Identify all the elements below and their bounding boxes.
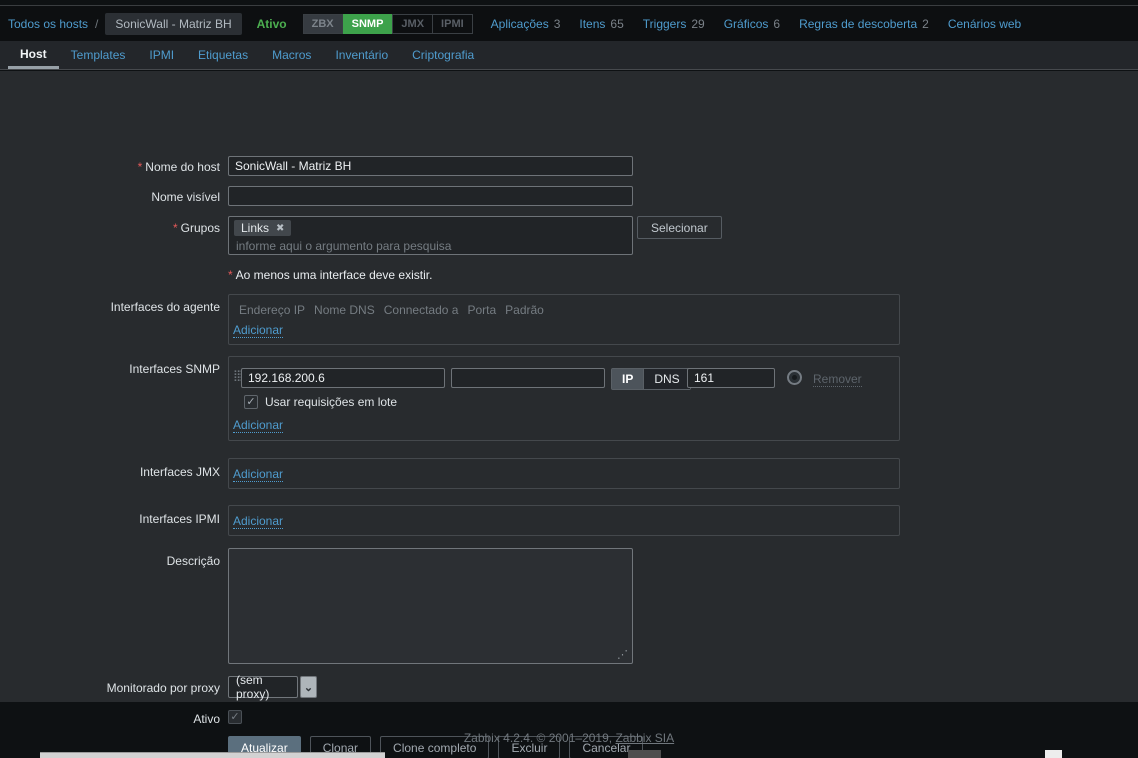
ipmi-interfaces-label: Interfaces IPMI bbox=[0, 512, 220, 526]
chip-close-icon[interactable]: ✖ bbox=[276, 223, 284, 234]
group-chip-links[interactable]: Links ✖ bbox=[234, 220, 291, 236]
footer-zabbix-sia-link[interactable]: Zabbix SIA bbox=[615, 731, 674, 745]
snmp-ip-input[interactable] bbox=[241, 368, 445, 388]
snmp-availability-badge: SNMP bbox=[343, 14, 393, 34]
snmp-default-interface-radio[interactable] bbox=[787, 370, 802, 385]
tab-encryption[interactable]: Criptografia bbox=[400, 41, 486, 69]
snmp-interfaces-box: ⣿⣿ IP DNS Remover ✓ Usar requisições em … bbox=[228, 356, 900, 441]
jmx-interfaces-label: Interfaces JMX bbox=[0, 465, 220, 479]
snmp-port-input[interactable] bbox=[687, 368, 775, 388]
nav-web-scenarios[interactable]: Cenários web bbox=[948, 17, 1021, 31]
snmp-remove-link: Remover bbox=[813, 372, 862, 387]
host-status-badge: Ativo bbox=[257, 17, 287, 31]
snmp-dns-input[interactable] bbox=[451, 368, 605, 388]
host-form: *Nome do host Nome visível *Grupos Links… bbox=[0, 71, 1138, 702]
background-window-edge-right bbox=[1045, 750, 1062, 758]
nav-discovery-rules[interactable]: Regras de descoberta2 bbox=[799, 17, 929, 31]
nav-graphs-count: 6 bbox=[773, 17, 780, 31]
nav-applications[interactable]: Aplicações3 bbox=[491, 17, 561, 31]
host-tabs: Host Templates IPMI Etiquetas Macros Inv… bbox=[0, 41, 1138, 70]
snmp-bulk-label: Usar requisições em lote bbox=[265, 395, 397, 409]
snmp-connect-toggle: IP DNS bbox=[611, 368, 691, 390]
snmp-interface-add-link[interactable]: Adicionar bbox=[233, 419, 283, 433]
tab-macros[interactable]: Macros bbox=[260, 41, 323, 69]
breadcrumb-host-name: SonicWall - Matriz BH bbox=[105, 13, 241, 35]
breadcrumb-all-hosts-link[interactable]: Todos os hosts bbox=[8, 17, 88, 31]
host-subnav: Aplicações3 Itens65 Triggers29 Gráficos6… bbox=[491, 17, 1022, 31]
jmx-availability-badge: JMX bbox=[393, 15, 432, 33]
description-label: Descrição bbox=[0, 554, 220, 568]
tab-tags[interactable]: Etiquetas bbox=[186, 41, 260, 69]
background-window-edge-center bbox=[628, 750, 661, 758]
nav-graphs[interactable]: Gráficos6 bbox=[724, 17, 780, 31]
footer: Zabbix 4.2.4. © 2001–2019, Zabbix SIA bbox=[0, 731, 1138, 745]
visible-name-label: Nome visível bbox=[0, 190, 220, 204]
breadcrumb-separator: / bbox=[95, 17, 98, 31]
nav-discovery-rules-count: 2 bbox=[922, 17, 929, 31]
snmp-bulk-row: ✓ Usar requisições em lote bbox=[244, 395, 397, 409]
ipmi-interfaces-box: Adicionar bbox=[228, 505, 900, 536]
agent-interfaces-label: Interfaces do agente bbox=[0, 300, 220, 314]
description-textarea[interactable] bbox=[228, 548, 633, 664]
snmp-interfaces-label: Interfaces SNMP bbox=[0, 362, 220, 376]
tab-inventory[interactable]: Inventário bbox=[323, 41, 400, 69]
jmx-interface-add-link[interactable]: Adicionar bbox=[233, 468, 283, 482]
groups-label: *Grupos bbox=[0, 221, 220, 235]
zabbix-host-config-page: Todos os hosts / SonicWall - Matriz BH A… bbox=[0, 0, 1138, 758]
jmx-ipmi-badge-group: JMX IPMI bbox=[392, 14, 472, 34]
background-window-edge-left bbox=[40, 752, 385, 758]
enabled-checkbox[interactable]: ✓ bbox=[228, 710, 242, 724]
groups-select-button[interactable]: Selecionar bbox=[637, 216, 722, 239]
connect-via-dns-toggle[interactable]: DNS bbox=[643, 369, 689, 389]
proxy-label: Monitorado por proxy bbox=[0, 681, 220, 695]
footer-version-text: Zabbix 4.2.4. © 2001–2019, bbox=[464, 731, 616, 745]
enabled-label: Ativo bbox=[0, 712, 220, 726]
connect-via-ip-toggle[interactable]: IP bbox=[612, 369, 643, 389]
nav-items[interactable]: Itens65 bbox=[579, 17, 623, 31]
jmx-interfaces-box: Adicionar bbox=[228, 458, 900, 489]
proxy-select-chevron-down-icon[interactable]: ⌄ bbox=[300, 676, 317, 698]
nav-triggers[interactable]: Triggers29 bbox=[643, 17, 705, 31]
visible-name-input[interactable] bbox=[228, 186, 633, 206]
host-name-input[interactable] bbox=[228, 156, 633, 176]
host-header-bar: Todos os hosts / SonicWall - Matriz BH A… bbox=[0, 6, 1138, 41]
zbx-availability-badge: ZBX bbox=[303, 14, 343, 34]
nav-applications-count: 3 bbox=[554, 17, 561, 31]
agent-interfaces-box: Endereço IP Nome DNS Connectado a Porta … bbox=[228, 294, 900, 345]
nav-items-count: 65 bbox=[610, 17, 623, 31]
proxy-select[interactable]: (sem proxy) bbox=[228, 676, 298, 698]
interface-required-note: *Ao menos uma interface deve existir. bbox=[228, 268, 432, 282]
nav-triggers-count: 29 bbox=[691, 17, 704, 31]
tab-ipmi[interactable]: IPMI bbox=[137, 41, 186, 69]
agent-interface-add-link[interactable]: Adicionar bbox=[233, 324, 283, 338]
tab-templates[interactable]: Templates bbox=[59, 41, 138, 69]
groups-multiselect[interactable]: Links ✖ informe aqui o argumento para pe… bbox=[228, 216, 633, 255]
enabled-row: ✓ bbox=[228, 710, 242, 724]
ipmi-interface-add-link[interactable]: Adicionar bbox=[233, 515, 283, 529]
ipmi-availability-badge: IPMI bbox=[432, 15, 472, 33]
agent-interface-headers: Endereço IP Nome DNS Connectado a Porta … bbox=[239, 303, 544, 317]
host-name-label: *Nome do host bbox=[0, 160, 220, 174]
tab-host[interactable]: Host bbox=[8, 41, 59, 69]
groups-search-placeholder: informe aqui o argumento para pesquisa bbox=[236, 239, 627, 253]
snmp-bulk-checkbox[interactable]: ✓ bbox=[244, 395, 258, 409]
availability-badges: ZBX SNMP JMX IPMI bbox=[303, 14, 473, 34]
